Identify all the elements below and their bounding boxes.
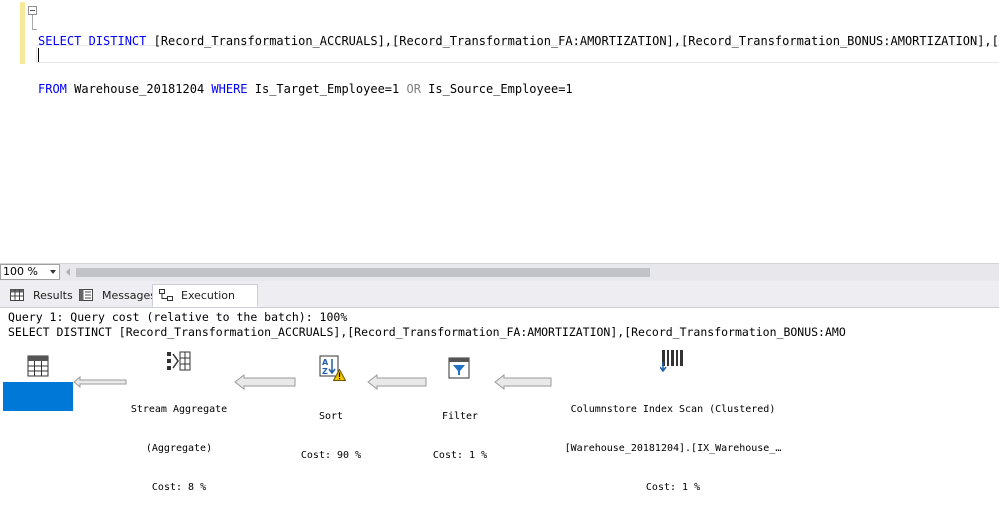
- warning-icon[interactable]: [333, 369, 346, 381]
- query-editor[interactable]: SELECT DISTINCT [Record_Transformation_A…: [0, 0, 999, 262]
- keyword-where: WHERE: [211, 82, 248, 96]
- scroll-left-icon[interactable]: [66, 268, 70, 276]
- tab-results[interactable]: Results: [4, 285, 73, 306]
- condition-text-2: Is_Source_Employee=1: [420, 82, 573, 96]
- results-tab-bar: Results Messages Execution plan: [0, 281, 999, 323]
- stream-aggregate-icon[interactable]: [166, 350, 192, 372]
- collapse-outline-icon[interactable]: [28, 6, 37, 15]
- plan-node-stream-aggregate[interactable]: Stream Aggregate (Aggregate) Cost: 8 %: [120, 377, 238, 520]
- plan-node-cost: Cost: 0 %: [10, 450, 66, 461]
- plan-node-name: Stream Aggregate: [130, 404, 228, 415]
- plan-node-cost: Cost: 1 %: [432, 450, 488, 461]
- plan-arrow-scan-to-filter: [494, 374, 552, 390]
- query-cost-header: Query 1: Query cost (relative to the bat…: [8, 310, 348, 324]
- execution-plan-panel: Query 1: Query cost (relative to the bat…: [0, 308, 999, 493]
- tab-messages-label: Messages: [102, 289, 156, 302]
- plan-arrow-aggregate-to-select: [73, 376, 127, 388]
- plan-node-name: SELECT: [19, 411, 57, 422]
- plan-node-sort[interactable]: Sort Cost: 90 %: [291, 384, 371, 488]
- tab-execution-plan[interactable]: Execution plan: [152, 284, 258, 323]
- plan-node-columnstore-scan[interactable]: Columnstore Index Scan (Clustered) [Ware…: [548, 377, 798, 520]
- change-tracking-bar: [20, 2, 25, 64]
- keyword-select-distinct: SELECT DISTINCT: [38, 34, 147, 48]
- svg-text:A: A: [322, 358, 329, 367]
- select-icon[interactable]: [27, 355, 49, 377]
- plan-node-select[interactable]: SELECT Cost: 0 %: [3, 382, 73, 461]
- horizontal-scrollbar-thumb[interactable]: [76, 268, 650, 277]
- plan-node-cost: Cost: 8 %: [151, 482, 207, 493]
- select-columns-text: [Record_Transformation_ACCRUALS],[Record…: [146, 34, 999, 48]
- code-line-1: SELECT DISTINCT [Record_Transformation_A…: [38, 33, 999, 49]
- outline-guide: [32, 15, 33, 29]
- messages-icon: [79, 289, 93, 301]
- query-statement-text: SELECT DISTINCT [Record_Transformation_A…: [8, 325, 846, 339]
- columnstore-scan-icon[interactable]: [660, 348, 686, 372]
- outline-guide-end: [32, 29, 37, 30]
- plan-arrow-sort-to-aggregate: [234, 374, 296, 390]
- operator-or: OR: [406, 82, 421, 96]
- svg-text:Z: Z: [322, 367, 328, 376]
- editor-gutter: [0, 0, 18, 262]
- plan-node-filter[interactable]: Filter Cost: 1 %: [420, 384, 500, 488]
- plan-node-cost: Cost: 1 %: [645, 482, 701, 493]
- keyword-from: FROM: [38, 82, 67, 96]
- filter-icon[interactable]: [448, 357, 470, 379]
- plan-node-cost: Cost: 90 %: [300, 450, 362, 461]
- tab-messages[interactable]: Messages: [73, 285, 156, 306]
- condition-text-1: Is_Target_Employee=1: [247, 82, 407, 96]
- plan-node-name: Sort: [318, 411, 344, 422]
- plan-node-subtitle: (Aggregate): [145, 443, 213, 454]
- zoom-scroll-bar: 100 %: [0, 263, 999, 281]
- table-name-text: Warehouse_20181204: [66, 82, 212, 96]
- execution-plan-icon: [159, 289, 173, 301]
- plan-arrow-filter-to-sort: [367, 374, 427, 390]
- plan-node-name: Columnstore Index Scan (Clustered): [570, 404, 776, 415]
- tab-results-label: Results: [33, 289, 73, 302]
- code-line-2: FROM Warehouse_20181204 WHERE Is_Target_…: [38, 81, 999, 97]
- zoom-value: 100 %: [3, 265, 38, 278]
- sql-code[interactable]: SELECT DISTINCT [Record_Transformation_A…: [38, 1, 999, 129]
- plan-node-name: Filter: [441, 411, 479, 422]
- chevron-down-icon[interactable]: [50, 270, 56, 274]
- plan-node-subtitle: [Warehouse_20181204].[IX_Warehouse_…: [564, 443, 782, 454]
- zoom-dropdown[interactable]: 100 %: [0, 264, 60, 280]
- grid-icon: [10, 289, 24, 301]
